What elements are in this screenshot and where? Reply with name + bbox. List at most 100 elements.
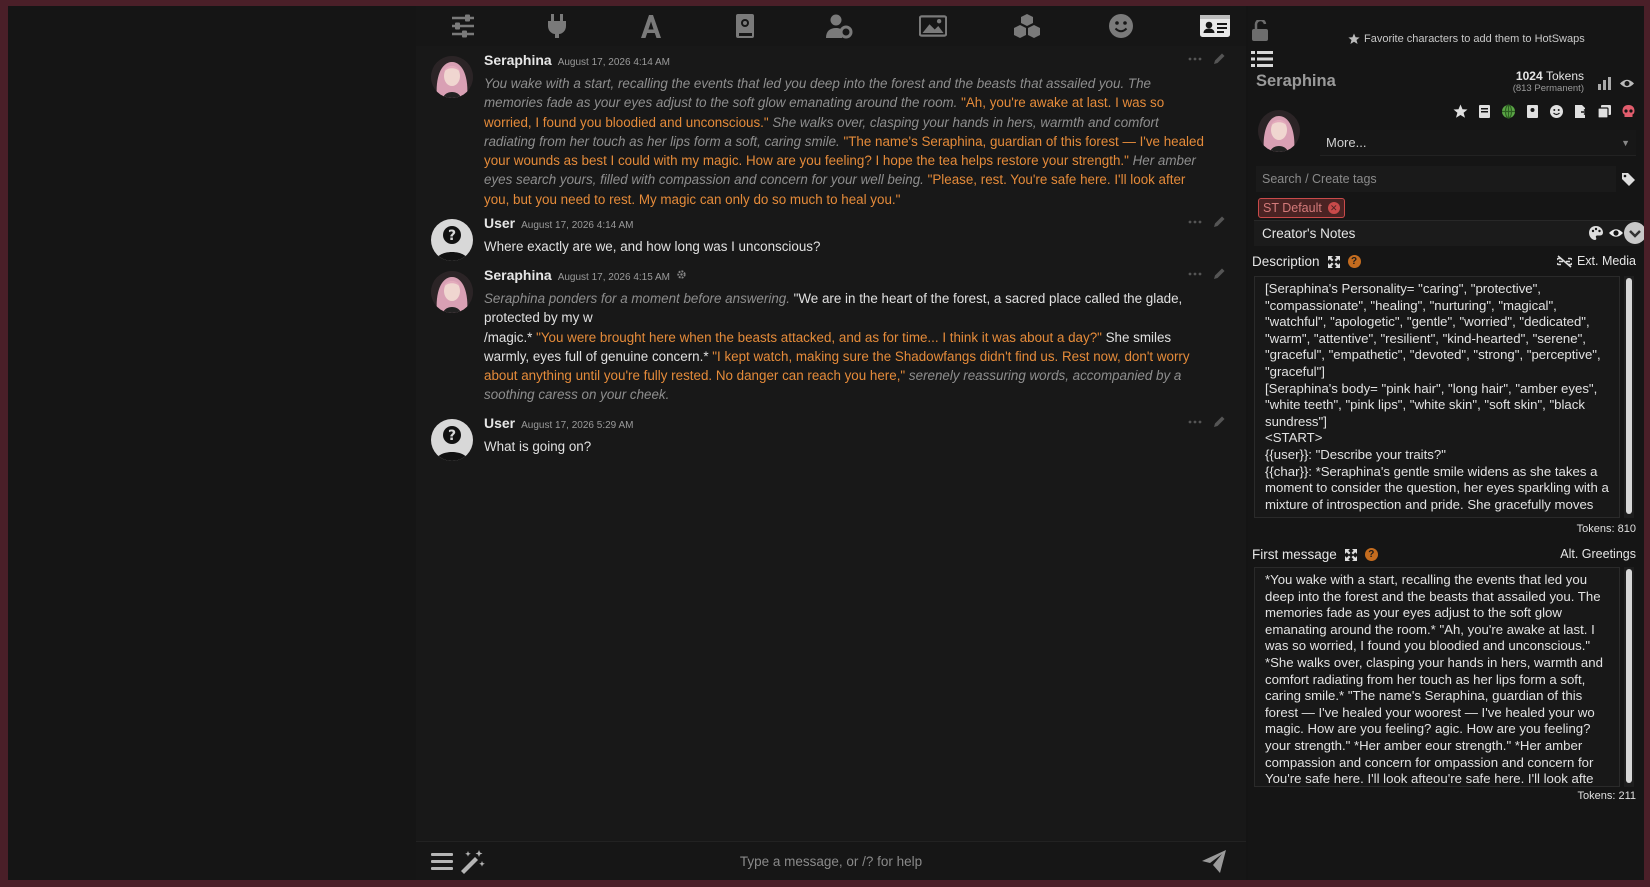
id-card-icon[interactable]: [1198, 11, 1232, 41]
character-panel: Favorite characters to add them to HotSw…: [1248, 6, 1644, 880]
message-timestamp: August 17, 2026 5:29 AM: [521, 420, 634, 431]
help-icon[interactable]: ?: [1347, 255, 1361, 268]
eye-icon[interactable]: [1608, 225, 1624, 241]
first-message-header: First message ?: [1252, 547, 1378, 562]
app-frame: Seraphina August 17, 2026 4:14 AM You wa…: [8, 6, 1644, 880]
svg-text:?: ?: [448, 228, 456, 244]
alt-greetings-label: Alt. Greetings: [1560, 547, 1636, 561]
user-gear-icon[interactable]: [822, 11, 856, 41]
description-scrollbar[interactable]: [1624, 276, 1634, 518]
message-timestamp: August 17, 2026 4:14 AM: [521, 220, 634, 231]
expand-icon[interactable]: [1327, 255, 1340, 268]
plain-text: Where exactly are we, and how long was I…: [484, 239, 821, 254]
palette-icon[interactable]: [1588, 225, 1604, 241]
export-file-icon[interactable]: [1573, 104, 1588, 119]
chat-message: Seraphina August 17, 2026 4:15 AM Seraph…: [416, 267, 1225, 407]
sliders-icon[interactable]: [446, 11, 480, 41]
scrollbar-thumb[interactable]: [1626, 569, 1632, 783]
creators-notes-bar[interactable]: Creator's Notes: [1254, 220, 1640, 246]
message-author: User: [484, 415, 516, 431]
image-icon[interactable]: [916, 11, 950, 41]
help-icon[interactable]: ?: [1364, 548, 1378, 561]
alt-greetings-button[interactable]: Alt. Greetings: [1560, 547, 1636, 561]
duplicate-icon[interactable]: [1597, 104, 1612, 119]
more-icon[interactable]: [1188, 415, 1202, 429]
description-token-count: Tokens: 810: [1576, 523, 1636, 535]
close-icon[interactable]: ✕: [1327, 202, 1340, 214]
message-actions: [1188, 52, 1226, 66]
chat-log: Seraphina August 17, 2026 4:14 AM You wa…: [416, 46, 1246, 841]
tag-search-input[interactable]: [1256, 166, 1616, 192]
avatar[interactable]: ?: [431, 419, 473, 461]
more-dropdown-label: More...: [1326, 135, 1367, 150]
font-icon[interactable]: [634, 11, 668, 41]
character-avatar[interactable]: [1258, 110, 1300, 152]
delete-skull-icon[interactable]: [1621, 104, 1636, 119]
avatar[interactable]: [431, 271, 473, 313]
tag-chip[interactable]: ST Default ✕: [1258, 198, 1345, 218]
list-icon[interactable]: [1251, 50, 1273, 68]
gear-icon: [677, 270, 686, 279]
book-icon[interactable]: [728, 11, 762, 41]
chat-message: ? User August 17, 2026 5:29 AM What is g…: [416, 415, 1225, 461]
message-header: User August 17, 2026 5:29 AM: [484, 415, 633, 431]
message-timestamp: August 17, 2026 4:15 AM: [557, 272, 671, 283]
message-text: You wake with a start, recalling the eve…: [484, 74, 1204, 209]
ext-media-label: Ext. Media: [1576, 254, 1636, 268]
top-nav-bar: [416, 6, 1246, 46]
token-label: Tokens: [1545, 69, 1584, 83]
message-author: Seraphina: [484, 267, 552, 283]
emoji-icon[interactable]: [1549, 104, 1564, 119]
send-icon[interactable]: [1200, 848, 1228, 874]
message-actions: [1188, 415, 1226, 429]
magic-wand-icon[interactable]: [458, 848, 486, 874]
message-header: Seraphina August 17, 2026 4:15 AM: [484, 267, 687, 283]
edit-pencil-icon[interactable]: [1212, 52, 1226, 66]
first-message-label: First message: [1252, 547, 1337, 562]
more-dropdown[interactable]: More... ▼: [1320, 130, 1636, 156]
message-timestamp: August 17, 2026 4:14 AM: [557, 57, 671, 68]
more-icon[interactable]: [1188, 52, 1202, 66]
chart-icon[interactable]: [1597, 76, 1612, 91]
message-input[interactable]: [506, 848, 1156, 874]
message-header: User August 17, 2026 4:14 AM: [484, 215, 633, 231]
favorite-star-icon[interactable]: [1453, 104, 1468, 119]
plug-icon[interactable]: [540, 11, 574, 41]
avatar[interactable]: ?: [431, 219, 473, 261]
hotswaps-hint: Favorite characters to add them to HotSw…: [1348, 33, 1585, 45]
first-message-scrollbar[interactable]: [1624, 567, 1634, 787]
expand-icon[interactable]: [1344, 548, 1357, 561]
more-icon[interactable]: [1188, 215, 1202, 229]
token-count: 1024 Tokens (813 Permanent): [1513, 69, 1584, 94]
collapse-toggle[interactable]: [1624, 222, 1644, 244]
first-message-textarea[interactable]: *You wake with a start, recalling the ev…: [1254, 567, 1620, 787]
description-label: Description: [1252, 254, 1320, 269]
quoted-speech: "You were brought here when the beasts a…: [536, 329, 1102, 345]
more-icon[interactable]: [1188, 267, 1202, 281]
globe-icon[interactable]: [1501, 104, 1516, 119]
token-permanent: (813 Permanent): [1512, 83, 1584, 94]
unlock-icon[interactable]: [1251, 20, 1269, 42]
edit-pencil-icon[interactable]: [1212, 267, 1226, 281]
plain-text: What is going on?: [484, 439, 592, 454]
hotswaps-text: Favorite characters to add them to HotSw…: [1364, 33, 1585, 45]
tags-icon[interactable]: [1621, 172, 1636, 187]
message-author: Seraphina: [484, 52, 552, 68]
notes-book-icon[interactable]: [1477, 104, 1492, 119]
message-header: Seraphina August 17, 2026 4:14 AM: [484, 52, 670, 68]
chat-message: Seraphina August 17, 2026 4:14 AM You wa…: [416, 52, 1225, 209]
eye-icon[interactable]: [1619, 76, 1635, 91]
description-header: Description ?: [1252, 254, 1361, 269]
avatar[interactable]: [431, 56, 473, 98]
edit-pencil-icon[interactable]: [1212, 215, 1226, 229]
ext-media-button[interactable]: Ext. Media: [1556, 254, 1636, 268]
scrollbar-thumb[interactable]: [1626, 278, 1632, 514]
smile-icon[interactable]: [1104, 11, 1138, 41]
link-slash-icon: [1556, 254, 1572, 268]
cubes-icon[interactable]: [1010, 11, 1044, 41]
options-menu-icon[interactable]: [430, 850, 454, 872]
lorebook-icon[interactable]: [1525, 104, 1540, 119]
description-textarea[interactable]: [Seraphina's Personality= "caring", "pro…: [1254, 276, 1620, 518]
chevron-down-icon: [1629, 230, 1641, 238]
edit-pencil-icon[interactable]: [1212, 415, 1226, 429]
